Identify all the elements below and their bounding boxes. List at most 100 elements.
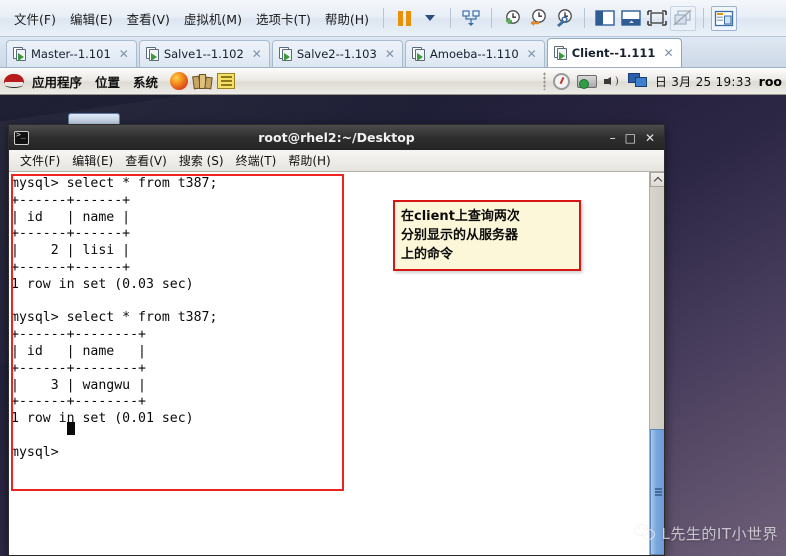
tab-close-icon[interactable]: ✕ bbox=[385, 47, 395, 61]
show-sidebar-icon bbox=[595, 10, 615, 26]
toolbar-divider bbox=[383, 8, 385, 28]
toolbar-divider-5 bbox=[703, 8, 705, 28]
menu-help[interactable]: 帮助(H) bbox=[318, 6, 376, 31]
term-menu-search[interactable]: 搜索 (S) bbox=[173, 151, 230, 170]
scroll-up-icon bbox=[653, 176, 662, 185]
library-icon bbox=[714, 10, 734, 26]
panel-separator bbox=[542, 72, 546, 90]
vmware-tabbar: Master--1.101 ✕ Salve1--1.102 ✕ Salve2--… bbox=[0, 37, 786, 68]
revert-snapshot-button[interactable] bbox=[525, 6, 551, 31]
term-menu-view[interactable]: 查看(V) bbox=[119, 151, 173, 170]
vm-tab-amoeba[interactable]: Amoeba--1.110 ✕ bbox=[404, 40, 545, 67]
terminal-scrollbar[interactable] bbox=[649, 172, 664, 555]
annotation-text: 在client上查询两次 分别显示的从服务器 上的命令 bbox=[401, 209, 520, 262]
pause-icon bbox=[397, 10, 411, 26]
watermark: L先生的IT小世界 bbox=[633, 523, 778, 544]
chevron-down-icon bbox=[425, 15, 436, 21]
vm-tab-label: Amoeba--1.110 bbox=[429, 47, 519, 61]
panel-tray: 日 3月 25 19:33 roo bbox=[542, 72, 786, 90]
panel-clock[interactable]: 日 3月 25 19:33 bbox=[655, 73, 752, 90]
gnome-top-panel: 应用程序 位置 系统 日 3月 25 19:33 roo bbox=[0, 68, 786, 95]
panel-menu-applications[interactable]: 应用程序 bbox=[27, 70, 87, 93]
menu-tabs[interactable]: 选项卡(T) bbox=[249, 6, 318, 31]
show-sidebar-button[interactable] bbox=[592, 6, 618, 31]
help-books-icon[interactable] bbox=[192, 73, 213, 89]
fullscreen-button[interactable] bbox=[644, 6, 670, 31]
menu-file[interactable]: 文件(F) bbox=[7, 6, 63, 31]
terminal-title: root@rhel2:~/Desktop bbox=[258, 130, 415, 145]
panel-menu-system[interactable]: 系统 bbox=[128, 70, 163, 93]
tab-close-icon[interactable]: ✕ bbox=[119, 47, 129, 61]
fullscreen-icon bbox=[647, 10, 667, 26]
window-buttons: – □ ✕ bbox=[610, 132, 659, 144]
terminal-menubar: 文件(F) 编辑(E) 查看(V) 搜索 (S) 终端(T) 帮助(H) bbox=[9, 150, 664, 172]
take-snapshot-button[interactable] bbox=[499, 6, 525, 31]
wechat-icon bbox=[633, 524, 656, 543]
panel-launchers bbox=[170, 72, 236, 90]
menu-view[interactable]: 查看(V) bbox=[120, 6, 177, 31]
notes-icon[interactable] bbox=[217, 73, 236, 89]
terminal-body: mysql> select * from t387; +------+-----… bbox=[9, 172, 664, 555]
vmware-menu-list: 文件(F) 编辑(E) 查看(V) 虚拟机(M) 选项卡(T) 帮助(H) bbox=[0, 6, 376, 31]
library-button[interactable] bbox=[711, 5, 738, 31]
terminal-window: root@rhel2:~/Desktop – □ ✕ 文件(F) 编辑(E) 查… bbox=[8, 124, 665, 556]
virtual-machine-icon bbox=[553, 46, 567, 60]
firefox-icon[interactable] bbox=[170, 72, 189, 90]
terminal-icon bbox=[14, 130, 29, 145]
menu-vm[interactable]: 虚拟机(M) bbox=[177, 6, 249, 31]
vm-tab-label: Salve2--1.103 bbox=[296, 47, 377, 61]
minimize-button[interactable]: – bbox=[610, 132, 616, 144]
vm-tab-salve2[interactable]: Salve2--1.103 ✕ bbox=[271, 40, 403, 67]
unity-mode-button[interactable] bbox=[670, 5, 697, 31]
toolbar-divider-2 bbox=[450, 8, 452, 28]
vm-tab-client[interactable]: Client--1.111 ✕ bbox=[546, 38, 682, 67]
vm-tab-label: Client--1.111 bbox=[571, 46, 656, 60]
take-snapshot-icon bbox=[505, 10, 520, 24]
panel-username[interactable]: roo bbox=[759, 74, 782, 89]
vm-tab-label: Salve1--1.102 bbox=[163, 47, 244, 61]
vm-tab-master[interactable]: Master--1.101 ✕ bbox=[6, 40, 137, 67]
term-menu-help[interactable]: 帮助(H) bbox=[282, 151, 336, 170]
show-console-button[interactable] bbox=[618, 6, 644, 31]
toolbar-power-group bbox=[391, 6, 443, 31]
tab-close-icon[interactable]: ✕ bbox=[252, 47, 262, 61]
toolbar-view-group bbox=[592, 5, 697, 31]
virtual-machine-icon bbox=[13, 47, 26, 61]
vm-tab-salve1[interactable]: Salve1--1.102 ✕ bbox=[138, 40, 270, 67]
virtual-machine-icon bbox=[278, 47, 292, 61]
snapshot-settings-button[interactable] bbox=[551, 6, 577, 31]
maximize-button[interactable]: □ bbox=[625, 132, 636, 144]
virtual-machine-icon bbox=[145, 47, 159, 61]
virtual-machine-icon bbox=[411, 47, 425, 61]
panel-menu-places[interactable]: 位置 bbox=[90, 70, 125, 93]
vmware-menubar: 文件(F) 编辑(E) 查看(V) 虚拟机(M) 选项卡(T) 帮助(H) bbox=[0, 0, 786, 37]
panel-menu-group: 应用程序 位置 系统 bbox=[0, 70, 163, 93]
vm-tab-label: Master--1.101 bbox=[31, 47, 111, 61]
terminal-titlebar[interactable]: root@rhel2:~/Desktop – □ ✕ bbox=[9, 125, 664, 150]
desktop-wallpaper: root@rhel2:~/Desktop – □ ✕ 文件(F) 编辑(E) 查… bbox=[0, 95, 786, 556]
terminal-cursor bbox=[67, 422, 75, 435]
menu-edit[interactable]: 编辑(E) bbox=[63, 6, 120, 31]
terminal-screen[interactable]: mysql> select * from t387; +------+-----… bbox=[9, 172, 649, 555]
watermark-text: L先生的IT小世界 bbox=[661, 525, 778, 543]
snapshot-manager-button[interactable] bbox=[458, 6, 484, 31]
snapshot-settings-icon bbox=[556, 9, 572, 27]
pause-dropdown-button[interactable] bbox=[417, 6, 443, 31]
show-console-icon bbox=[621, 10, 641, 26]
toolbar-divider-3 bbox=[491, 8, 493, 28]
display-icon[interactable] bbox=[627, 73, 648, 89]
tab-close-icon[interactable]: ✕ bbox=[527, 47, 537, 61]
term-menu-terminal[interactable]: 终端(T) bbox=[230, 151, 283, 170]
redhat-logo-icon bbox=[4, 73, 24, 90]
tab-close-icon[interactable]: ✕ bbox=[663, 46, 673, 60]
unity-mode-icon bbox=[673, 9, 692, 26]
term-menu-edit[interactable]: 编辑(E) bbox=[66, 151, 119, 170]
volume-icon[interactable] bbox=[603, 74, 621, 88]
network-icon[interactable] bbox=[576, 74, 597, 89]
scroll-up-button[interactable] bbox=[650, 172, 664, 187]
term-menu-file[interactable]: 文件(F) bbox=[14, 151, 66, 170]
gauge-icon[interactable] bbox=[552, 72, 570, 90]
pause-button[interactable] bbox=[391, 6, 417, 31]
close-button[interactable]: ✕ bbox=[645, 132, 655, 144]
toolbar-snapshot-group bbox=[499, 6, 577, 31]
